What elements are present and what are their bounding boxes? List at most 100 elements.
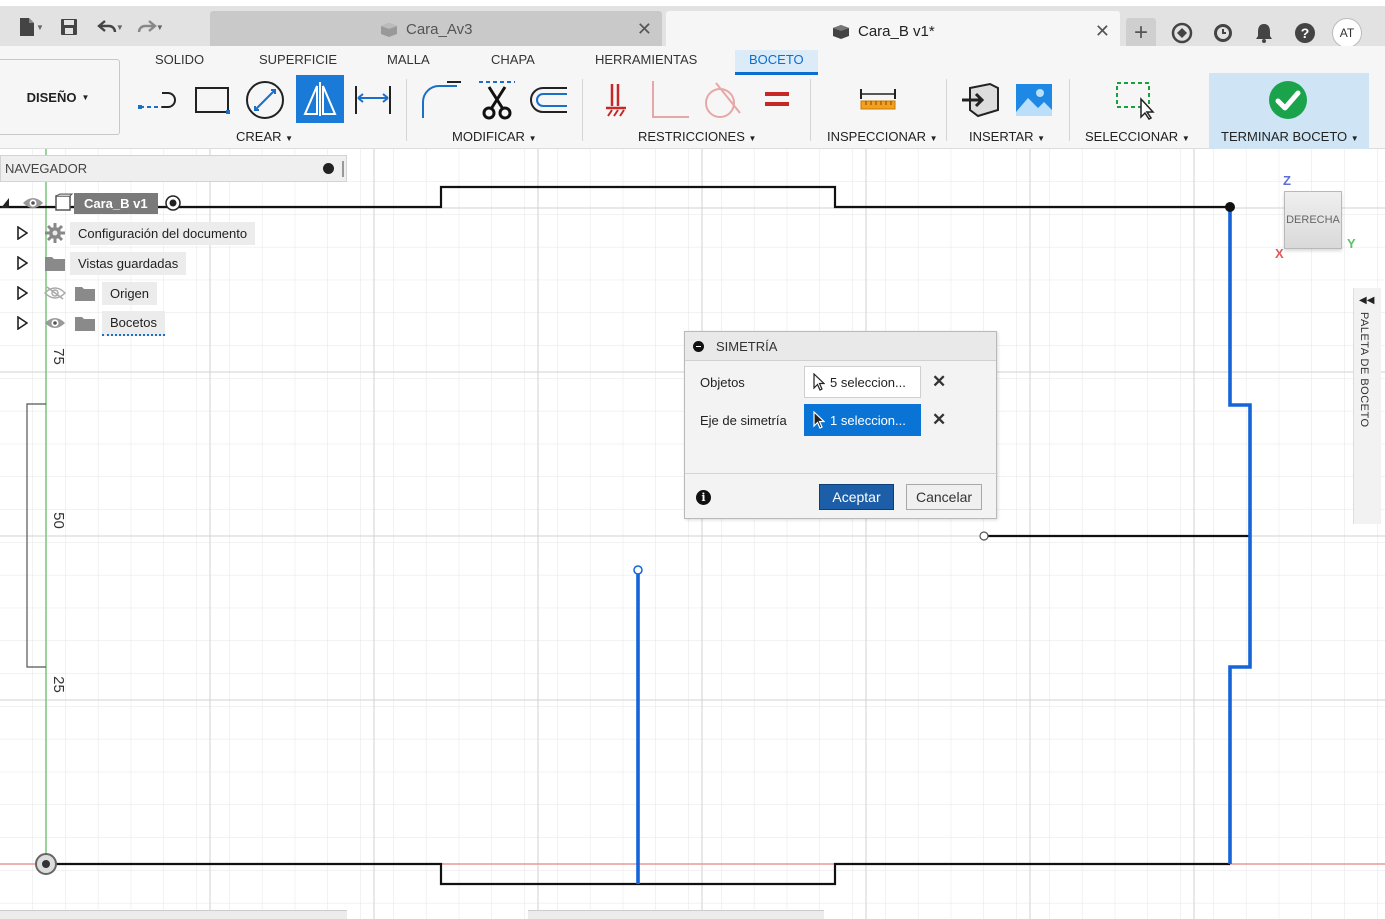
tangent-constraint-tool[interactable] <box>699 77 745 123</box>
measure-tool[interactable] <box>855 77 901 123</box>
dialog-row-objects: Objetos 5 seleccion... ✕ <box>685 365 998 399</box>
trim-tool[interactable] <box>474 77 520 123</box>
group-separator <box>582 79 583 141</box>
tab-boceto[interactable]: BOCETO <box>735 50 818 75</box>
mirror-line-selection-button[interactable]: 1 seleccion... <box>804 404 921 436</box>
tab-solido[interactable]: SOLIDO <box>155 52 204 67</box>
activate-radio-icon[interactable] <box>164 194 182 212</box>
navigator-item-document-settings[interactable]: Configuración del documento <box>16 221 256 245</box>
navigator-header[interactable]: NAVEGADOR <box>0 155 347 182</box>
extensions-icon[interactable] <box>1168 19 1196 47</box>
expand-right-icon[interactable] <box>16 256 28 270</box>
group-separator <box>810 79 811 141</box>
application-bar: ▼ ▼ ▼ Cara_Av3 ✕ Cara_B v1* ✕ + ? AT <box>0 0 1385 52</box>
navigator-item-sketches[interactable]: Bocetos <box>16 310 165 336</box>
group-terminar-boceto[interactable]: TERMINAR BOCETO ▼ <box>1221 129 1359 144</box>
cancel-button[interactable]: Cancelar <box>906 484 982 510</box>
navigator-root[interactable]: Cara_B v1 <box>0 191 182 215</box>
collapse-icon[interactable] <box>693 340 704 352</box>
tab-cara-av3[interactable]: Cara_Av3 ✕ <box>210 11 662 48</box>
group-insertar[interactable]: INSERTAR ▼ <box>969 129 1045 144</box>
navigator-item-origin[interactable]: Origen <box>16 281 158 305</box>
close-icon[interactable]: ✕ <box>1095 21 1110 42</box>
ruler-label: 75 <box>49 348 67 365</box>
group-crear-label: CREAR <box>236 129 282 144</box>
comments-panel[interactable] <box>0 910 347 919</box>
tab-label: Cara_B v1* <box>858 23 935 40</box>
circle-tool[interactable] <box>242 77 288 123</box>
undo-caret[interactable]: ▼ <box>116 23 124 32</box>
objects-selection-button[interactable]: 5 seleccion... <box>804 366 921 398</box>
expand-left-icon[interactable]: ◀◀ <box>1359 295 1374 306</box>
rectangle-tool[interactable] <box>189 77 235 123</box>
group-restricciones[interactable]: RESTRICCIONES ▼ <box>638 129 756 144</box>
chevron-down-icon: ▼ <box>929 134 938 143</box>
group-restricciones-label: RESTRICCIONES <box>638 129 745 144</box>
tab-chapa[interactable]: CHAPA <box>491 52 535 67</box>
sketch-canvas[interactable] <box>0 149 1385 919</box>
insert-derive-tool[interactable] <box>958 77 1004 123</box>
offset-tool[interactable] <box>525 77 571 123</box>
group-crear[interactable]: CREAR ▼ <box>236 129 293 144</box>
navigator-item-label: Vistas guardadas <box>70 251 187 275</box>
redo-caret[interactable]: ▼ <box>156 23 164 32</box>
insert-image-tool[interactable] <box>1011 77 1057 123</box>
bell-icon[interactable] <box>1250 19 1278 47</box>
group-terminar-label: TERMINAR BOCETO <box>1221 129 1348 144</box>
expand-right-icon[interactable] <box>16 226 28 240</box>
fillet-tool[interactable] <box>417 77 463 123</box>
mirror-tool[interactable] <box>296 75 344 123</box>
collapse-icon[interactable] <box>323 163 334 174</box>
help-icon[interactable]: ? <box>1291 19 1319 47</box>
dialog-header[interactable]: SIMETRÍA <box>685 332 996 361</box>
pin-icon[interactable] <box>342 161 344 177</box>
line-tool[interactable] <box>135 77 181 123</box>
select-window-tool[interactable] <box>1112 77 1158 123</box>
job-status-icon[interactable] <box>1209 19 1237 47</box>
close-icon[interactable]: ✕ <box>637 19 652 40</box>
expand-right-icon[interactable] <box>16 316 28 330</box>
ruler-label: 50 <box>49 512 67 529</box>
eye-icon[interactable] <box>22 196 44 210</box>
new-tab-button[interactable]: + <box>1126 18 1156 48</box>
navigator-item-saved-views[interactable]: Vistas guardadas <box>16 251 187 275</box>
viewcube[interactable]: DERECHA <box>1284 191 1342 249</box>
dialog-row-mirror-line: Eje de simetría 1 seleccion... ✕ <box>685 403 998 437</box>
fix-constraint-tool[interactable] <box>593 77 639 123</box>
info-icon[interactable]: i <box>696 490 711 505</box>
viewcube-x-axis: X <box>1275 246 1284 261</box>
sketch-point[interactable] <box>979 531 989 541</box>
viewcube-z-axis: Z <box>1283 173 1291 188</box>
header-right-icons: ? AT <box>1168 18 1362 48</box>
dimension-tool[interactable] <box>350 77 396 123</box>
expand-down-icon[interactable] <box>0 197 10 209</box>
group-inspeccionar[interactable]: INSPECCIONAR ▼ <box>827 129 938 144</box>
tab-superficie[interactable]: SUPERFICIE <box>259 52 337 67</box>
quick-access-toolbar: ▼ ▼ ▼ <box>14 12 170 42</box>
check-icon[interactable] <box>1265 77 1311 123</box>
sketch-point[interactable] <box>1225 202 1235 212</box>
dialog-title: SIMETRÍA <box>716 338 778 354</box>
tab-herramientas[interactable]: HERRAMIENTAS <box>595 52 697 67</box>
ok-button[interactable]: Aceptar <box>819 484 894 510</box>
group-seleccionar[interactable]: SELECCIONAR ▼ <box>1085 129 1190 144</box>
design-workspace-button[interactable]: DISEÑO ▼ <box>0 59 120 135</box>
eye-hidden-icon[interactable] <box>44 285 66 301</box>
clear-objects-icon[interactable]: ✕ <box>932 372 946 392</box>
navigation-bar[interactable] <box>528 910 824 919</box>
perpendicular-constraint-tool[interactable] <box>646 77 692 123</box>
eye-icon[interactable] <box>44 315 66 331</box>
save-icon[interactable] <box>56 14 82 40</box>
tab-malla[interactable]: MALLA <box>387 52 430 67</box>
avatar[interactable]: AT <box>1332 18 1362 48</box>
sketch-point[interactable] <box>633 565 643 575</box>
equal-constraint-tool[interactable] <box>754 77 800 123</box>
file-menu-caret[interactable]: ▼ <box>36 23 44 32</box>
sketch-palette-label: PALETA DE BOCETO <box>1358 312 1370 428</box>
expand-right-icon[interactable] <box>16 286 28 300</box>
group-modificar[interactable]: MODIFICAR ▼ <box>452 129 537 144</box>
mirror-line-selection-value: 1 seleccion... <box>830 412 906 428</box>
tab-label: Cara_Av3 <box>406 21 473 38</box>
group-inspeccionar-label: INSPECCIONAR <box>827 129 926 144</box>
clear-mirror-line-icon[interactable]: ✕ <box>932 410 946 430</box>
